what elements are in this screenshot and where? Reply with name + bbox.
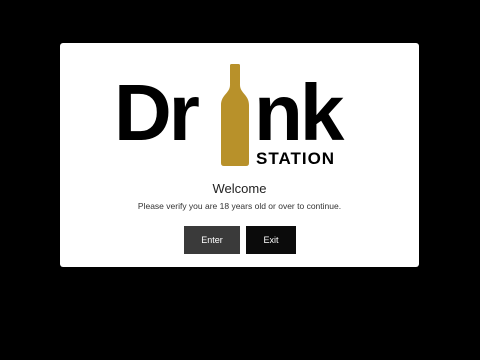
enter-button[interactable]: Enter xyxy=(184,226,240,254)
logo-word-right: nk xyxy=(254,68,345,157)
exit-button[interactable]: Exit xyxy=(246,226,296,254)
dialog-message: Please verify you are 18 years old or ov… xyxy=(137,201,342,211)
logo-word-left: Dr xyxy=(114,68,199,157)
age-verification-dialog: Dr nk STATION Welcome Please verify you … xyxy=(60,43,419,267)
logo-tagline: STATION xyxy=(256,149,335,168)
dialog-title: Welcome xyxy=(212,181,267,196)
drink-station-logo: Dr nk STATION xyxy=(60,43,419,173)
page-backdrop: Dr nk STATION Welcome Please verify you … xyxy=(0,0,480,360)
wine-bottle-icon xyxy=(221,64,249,166)
